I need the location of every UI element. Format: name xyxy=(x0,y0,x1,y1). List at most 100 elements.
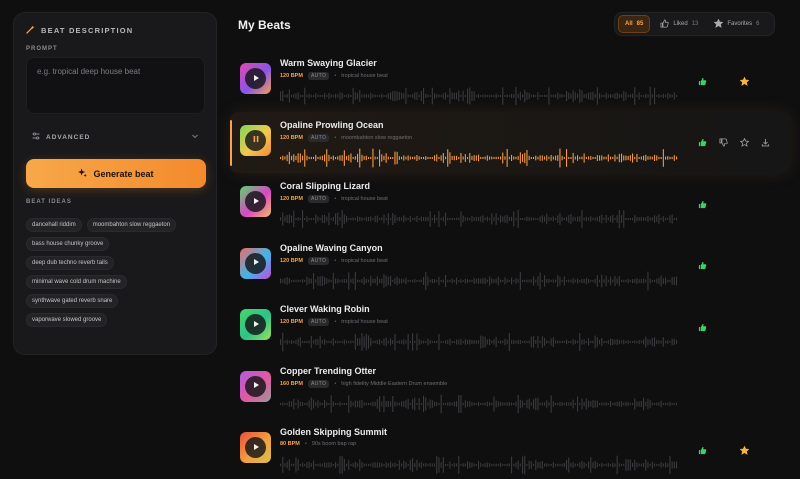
beat-idea-chip[interactable]: vaporwave slowed groove xyxy=(26,313,108,327)
like-icon xyxy=(698,200,707,208)
track-row[interactable]: Opaline Waving Canyon 120 BPM AUTO • tropica… xyxy=(230,235,790,297)
separator-dot: • xyxy=(334,134,337,141)
prompt-box[interactable] xyxy=(26,57,205,114)
track-actions xyxy=(692,320,776,334)
separator-dot: • xyxy=(304,441,307,447)
download-button[interactable] xyxy=(755,138,776,147)
sliders-icon xyxy=(32,132,40,142)
track-meta: 120 BPM AUTO • tropical house beat xyxy=(280,195,388,203)
page-title: My Beats xyxy=(238,18,291,32)
track-row[interactable]: Golden Skipping Summit 80 BPM • 90s boom ba… xyxy=(230,419,790,479)
track-cover xyxy=(240,247,271,279)
advanced-toggle[interactable]: ADVANCED xyxy=(26,128,205,146)
chip-row: vaporwave slowed groove xyxy=(26,313,212,327)
track-row[interactable]: Copper Trending Otter 160 BPM AUTO • high fi… xyxy=(230,358,790,420)
track-title[interactable]: Opaline Waving Canyon xyxy=(280,243,383,253)
like-button[interactable] xyxy=(692,138,713,147)
filter-count: 13 xyxy=(691,21,699,27)
track-waveform[interactable] xyxy=(280,209,678,229)
track-waveform[interactable] xyxy=(280,455,678,475)
track-bpm: 120 BPM xyxy=(280,257,303,264)
dislike-button[interactable] xyxy=(713,138,734,147)
track-title[interactable]: Clever Waking Robin xyxy=(280,304,370,314)
track-cover xyxy=(240,309,271,340)
beat-idea-chip[interactable]: dancehall riddim xyxy=(26,218,82,232)
track-waveform[interactable] xyxy=(280,394,678,414)
pause-icon xyxy=(252,135,260,145)
track-waveform[interactable] xyxy=(280,271,678,291)
like-icon xyxy=(698,77,707,85)
track-title[interactable]: Warm Swaying Glacier xyxy=(280,58,377,68)
track-actions xyxy=(692,197,776,211)
beat-idea-chip[interactable]: bass house chunky groove xyxy=(26,237,110,251)
favorite-button[interactable] xyxy=(734,138,755,147)
chip-row: synthwave gated reverb snare xyxy=(26,294,212,308)
star-icon xyxy=(713,18,724,30)
advanced-label: ADVANCED xyxy=(46,133,91,141)
track-row[interactable]: Warm Swaying Glacier 120 BPM AUTO • tropical… xyxy=(230,50,790,112)
beat-idea-chip[interactable]: minimal wave cold drum machine xyxy=(26,275,127,289)
play-button[interactable] xyxy=(245,252,266,274)
filter-label: All xyxy=(625,21,633,27)
like-button[interactable] xyxy=(692,200,713,209)
track-bpm: 120 BPM xyxy=(280,196,303,202)
track-cover xyxy=(240,370,271,402)
play-button[interactable] xyxy=(245,314,266,335)
track-meta: 120 BPM AUTO • tropical house beat xyxy=(280,318,388,326)
track-row[interactable]: Clever Waking Robin 120 BPM AUTO • tropical … xyxy=(230,296,790,358)
favorite-button[interactable] xyxy=(734,445,755,455)
filter-label: Favorites xyxy=(727,21,753,27)
pause-button[interactable] xyxy=(245,129,266,151)
play-icon xyxy=(252,381,260,391)
track-actions xyxy=(692,136,776,150)
prompt-input[interactable] xyxy=(27,58,204,113)
filter-favorites[interactable]: Favorites 6 xyxy=(708,15,765,33)
track-cover xyxy=(240,432,271,463)
favorite-icon xyxy=(740,445,749,455)
auto-badge: AUTO xyxy=(307,318,330,326)
track-tag: high fidelity Middle Eastern Drum ensemb… xyxy=(341,380,448,387)
beat-ideas-list: dancehall riddim moombahton slow reggaeto… xyxy=(26,218,212,327)
track-tag: tropical house beat xyxy=(341,319,388,325)
track-title[interactable]: Golden Skipping Summit xyxy=(280,427,387,437)
play-icon xyxy=(252,443,260,453)
track-waveform[interactable] xyxy=(280,148,678,168)
beat-idea-chip[interactable]: synthwave gated reverb snare xyxy=(26,294,119,308)
track-bpm: 80 BPM xyxy=(280,441,300,447)
beat-idea-chip[interactable]: moombahton slow reggaeton xyxy=(86,218,177,232)
separator-dot: • xyxy=(334,380,337,387)
filter-all[interactable]: All 85 xyxy=(618,15,651,33)
track-tag: tropical house beat xyxy=(341,73,388,79)
sparkle-icon xyxy=(78,168,88,179)
track-waveform[interactable] xyxy=(280,332,678,352)
filter-liked[interactable]: Liked 13 xyxy=(654,15,704,33)
track-waveform[interactable] xyxy=(280,86,678,106)
separator-dot: • xyxy=(334,319,337,325)
track-meta: 80 BPM • 90s boom bap rap xyxy=(280,441,356,447)
track-row[interactable]: Coral Slipping Lizard 120 BPM AUTO • tropica… xyxy=(230,173,790,235)
chip-row: dancehall riddim moombahton slow reggaeto… xyxy=(26,218,212,232)
generate-beat-button[interactable]: Generate beat xyxy=(26,159,206,188)
like-button[interactable] xyxy=(692,446,713,455)
like-button[interactable] xyxy=(692,261,713,270)
beat-idea-chip[interactable]: deep dub techno reverb tails xyxy=(26,256,114,270)
track-title[interactable]: Opaline Prowling Ocean xyxy=(280,120,384,130)
auto-badge: AUTO xyxy=(307,72,330,80)
play-button[interactable] xyxy=(245,191,266,212)
filter-count: 85 xyxy=(636,21,644,27)
play-button[interactable] xyxy=(245,68,266,89)
track-row[interactable]: Opaline Prowling Ocean 120 BPM AUTO • moomba… xyxy=(230,111,790,173)
track-list: Warm Swaying Glacier 120 BPM AUTO • tropical… xyxy=(230,50,790,479)
panel-title-text: BEAT DESCRIPTION xyxy=(41,26,134,35)
like-button[interactable] xyxy=(692,77,713,86)
track-title[interactable]: Copper Trending Otter xyxy=(280,366,376,376)
play-button[interactable] xyxy=(245,437,266,458)
play-button[interactable] xyxy=(245,375,266,397)
like-button[interactable] xyxy=(692,323,713,332)
favorite-button[interactable] xyxy=(734,76,755,86)
chip-row: deep dub techno reverb tails xyxy=(26,256,212,270)
auto-badge: AUTO xyxy=(307,195,330,203)
prompt-label: PROMPT xyxy=(26,46,58,52)
track-title[interactable]: Coral Slipping Lizard xyxy=(280,181,370,191)
thumb-up-icon xyxy=(660,19,669,30)
